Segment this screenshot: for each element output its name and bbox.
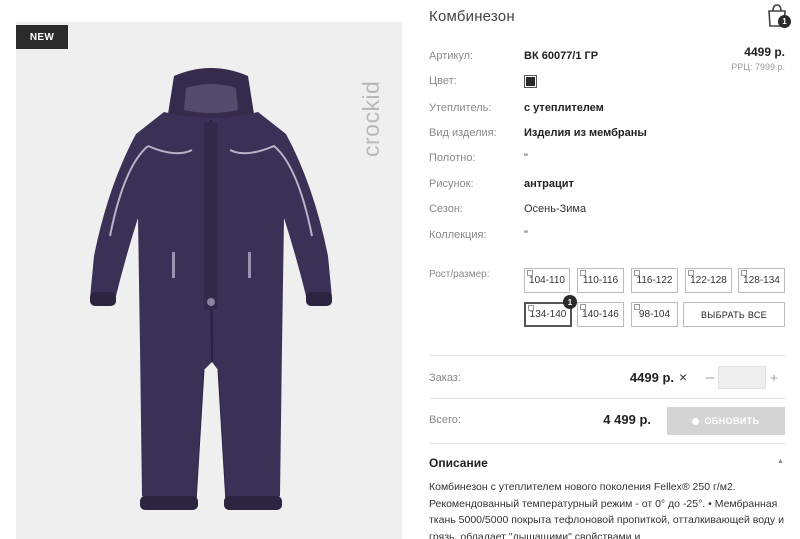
- detail-label-collection: Коллекция:: [429, 229, 487, 241]
- size-selected-count-badge: 1: [563, 295, 577, 309]
- size-option-98-104[interactable]: 98-104: [631, 302, 678, 327]
- size-option-110-116[interactable]: 110-116: [577, 268, 624, 293]
- collapse-arrow-icon[interactable]: ▲: [777, 458, 784, 465]
- detail-label-season: Сезон:: [429, 203, 463, 215]
- select-all-sizes-button[interactable]: ВЫБРАТЬ ВСЕ: [683, 302, 785, 327]
- divider: [429, 398, 785, 399]
- size-option-label: 110-116: [582, 275, 619, 286]
- quantity-decrease-button[interactable]: –: [703, 368, 717, 386]
- new-badge: NEW: [16, 25, 68, 49]
- detail-label-color: Цвет:: [429, 75, 457, 87]
- detail-value-pattern: антрацит: [524, 178, 574, 190]
- detail-value-fabric: ": [524, 152, 528, 164]
- detail-value-collection: ": [524, 229, 528, 241]
- description-text: Комбинезон с утеплителем нового поколени…: [429, 481, 784, 539]
- size-check-icon: [527, 270, 533, 276]
- order-price: 4499 р.: [629, 370, 674, 385]
- size-option-label: 134-140: [529, 309, 567, 320]
- size-option-label: 104-110: [529, 275, 565, 286]
- cart-count-badge: 1: [778, 15, 791, 28]
- description-title: Описание: [429, 456, 488, 470]
- color-swatch-fill: [526, 77, 535, 86]
- detail-value-article: ВК 60077/1 ГР: [524, 50, 599, 62]
- size-option-122-128[interactable]: 122-128: [685, 268, 732, 293]
- detail-label-article: Артикул:: [429, 50, 474, 62]
- size-option-label: 98-104: [638, 309, 671, 320]
- size-check-icon: [688, 270, 694, 276]
- size-check-icon: [528, 305, 534, 311]
- size-option-140-146[interactable]: 140-146: [577, 302, 624, 327]
- size-option-128-134[interactable]: 128-134: [738, 268, 785, 293]
- quantity-increase-button[interactable]: +: [767, 368, 781, 386]
- detail-label-pattern: Рисунок:: [429, 178, 474, 190]
- product-photo-jumpsuit[interactable]: [76, 66, 346, 539]
- update-button-label: ОБНОВИТЬ: [704, 416, 760, 426]
- size-option-label: 128-134: [743, 275, 780, 286]
- size-check-icon: [580, 304, 586, 310]
- size-option-label: 140-146: [582, 309, 619, 320]
- remove-order-icon[interactable]: ×: [679, 369, 687, 385]
- product-rrp: РРЦ: 7999 р.: [731, 62, 785, 72]
- size-option-104-110[interactable]: 104-110: [524, 268, 570, 293]
- update-button[interactable]: ОБНОВИТЬ: [667, 407, 785, 435]
- size-check-icon: [580, 270, 586, 276]
- detail-value-insulation: с утеплителем: [524, 102, 604, 114]
- total-label: Всего:: [429, 414, 461, 426]
- detail-label-product-type: Вид изделия:: [429, 127, 497, 139]
- size-check-icon: [634, 270, 640, 276]
- color-swatch[interactable]: [524, 75, 537, 88]
- size-check-icon: [634, 304, 640, 310]
- product-title: Комбинезон: [429, 8, 515, 25]
- size-option-label: 116-122: [636, 275, 673, 286]
- brand-logo-text: crockid: [358, 81, 384, 157]
- size-option-116-122[interactable]: 116-122: [631, 268, 678, 293]
- update-icon: [692, 417, 700, 425]
- size-check-icon: [741, 270, 747, 276]
- detail-label-fabric: Полотно:: [429, 152, 476, 164]
- size-option-label: 122-128: [690, 275, 727, 286]
- detail-value-season: Осень-Зима: [524, 203, 587, 215]
- divider: [429, 355, 785, 356]
- detail-value-product-type: Изделия из мембраны: [524, 127, 647, 139]
- quantity-input[interactable]: [718, 366, 766, 389]
- product-price: 4499 р.: [744, 45, 785, 59]
- order-label: Заказ:: [429, 372, 461, 384]
- divider: [429, 443, 785, 444]
- size-label: Рост/размер:: [429, 269, 490, 280]
- brand-logo: crockid: [358, 81, 384, 157]
- product-image-panel: NEW crockid: [16, 22, 402, 539]
- detail-label-insulation: Утеплитель:: [429, 102, 492, 114]
- total-price: 4 499 р.: [603, 412, 651, 427]
